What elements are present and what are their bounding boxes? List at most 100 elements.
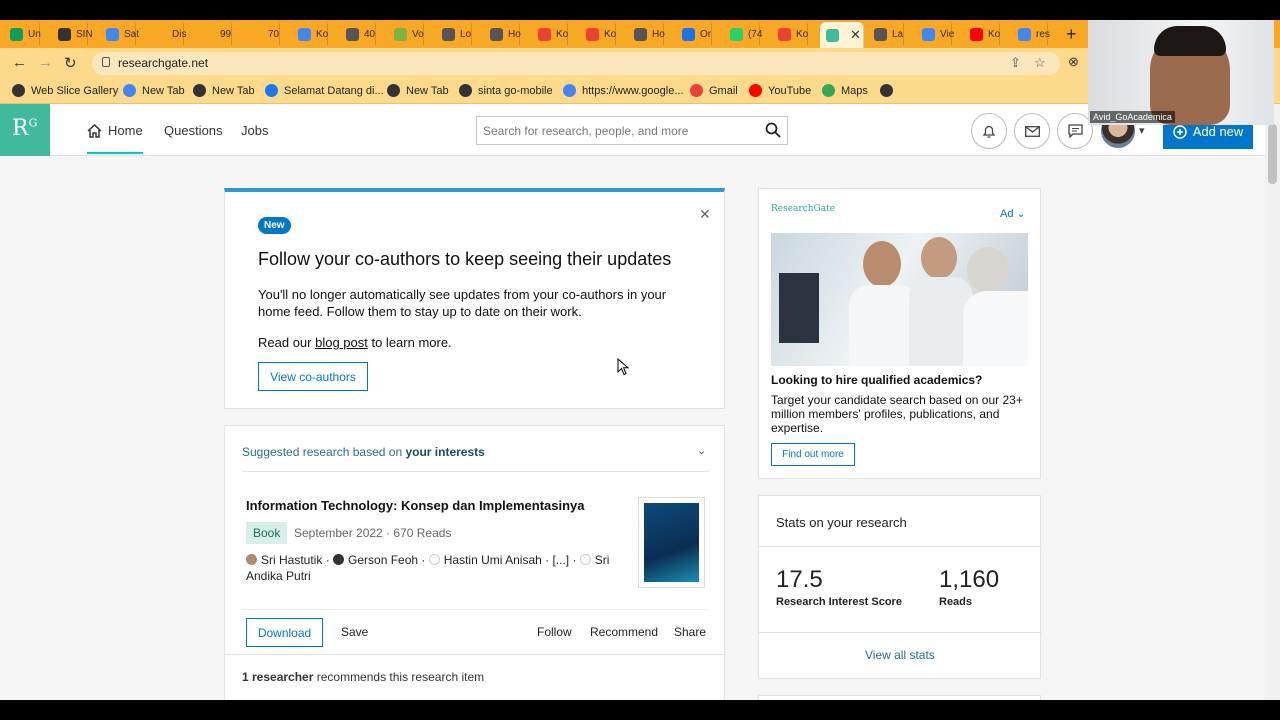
share-icon[interactable]: ⇪ xyxy=(1010,55,1021,71)
book-cover-image[interactable] xyxy=(638,497,705,588)
bookmark-favicon-icon xyxy=(123,84,136,97)
tab-favicon-icon xyxy=(778,27,791,41)
extension-icon[interactable]: ⊗ xyxy=(1068,54,1079,70)
mouse-cursor-icon xyxy=(617,358,629,376)
research-title[interactable]: Information Technology: Konsep dan Imple… xyxy=(246,498,585,513)
browser-tab[interactable]: 40 xyxy=(340,23,376,45)
header-prefix: Suggested research based on xyxy=(242,445,406,459)
tab-title: Ko xyxy=(556,28,569,40)
tab-title: Or xyxy=(700,28,712,40)
browser-tab[interactable]: SIN xyxy=(52,23,93,45)
recommend-button[interactable]: Recommend xyxy=(590,625,658,639)
bookmark-item[interactable]: New Tab xyxy=(193,84,255,97)
chevron-down-icon[interactable]: ▾ xyxy=(1139,124,1145,137)
browser-tab[interactable]: (74 xyxy=(724,23,762,45)
scrollbar-thumb[interactable] xyxy=(1268,124,1277,184)
save-button[interactable]: Save xyxy=(341,625,368,639)
browser-tab[interactable]: Ko xyxy=(532,23,568,45)
tab-title: Ko xyxy=(316,28,329,40)
browser-tab[interactable]: La xyxy=(868,23,904,45)
nav-jobs[interactable]: Jobs xyxy=(241,123,268,138)
researchgate-logo[interactable]: RG xyxy=(0,104,50,156)
tab-favicon-icon xyxy=(58,27,71,41)
page-scrollbar[interactable] xyxy=(1265,104,1280,700)
nav-home[interactable]: Home xyxy=(87,123,143,154)
browser-tab[interactable]: Un xyxy=(4,23,41,45)
reload-icon[interactable]: ↻ xyxy=(64,54,77,72)
new-badge: New xyxy=(258,217,291,234)
browser-tab[interactable]: Ho xyxy=(484,23,521,45)
ad-menu[interactable]: Ad ⌄ xyxy=(1000,207,1026,220)
back-icon[interactable]: ← xyxy=(12,54,27,71)
browser-tab[interactable]: Vie xyxy=(916,23,954,45)
messages-button[interactable] xyxy=(1014,113,1050,149)
blog-post-link[interactable]: blog post xyxy=(315,335,368,350)
bookmark-favicon-icon xyxy=(690,84,703,97)
bookmark-item[interactable]: Web Slice Gallery xyxy=(12,84,118,97)
research-interest-score-value: 17.5 xyxy=(776,566,823,593)
browser-tab[interactable]: Ko xyxy=(580,23,616,45)
bookmark-star-icon[interactable]: ☆ xyxy=(1034,55,1046,71)
browser-tab[interactable]: res xyxy=(1012,23,1050,45)
bookmark-favicon-icon xyxy=(12,84,25,97)
browser-tab[interactable]: Ko xyxy=(964,23,1000,45)
tab-favicon-icon xyxy=(922,27,935,41)
author-link[interactable]: Hastin Umi Anisah xyxy=(444,553,542,567)
search-input[interactable] xyxy=(477,117,747,144)
browser-tab[interactable]: Vo xyxy=(388,23,424,45)
follow-button[interactable]: Follow xyxy=(537,625,572,639)
download-button[interactable]: Download xyxy=(246,618,323,647)
divider xyxy=(225,654,726,655)
browser-tab[interactable]: Dis xyxy=(148,23,186,45)
tab-title: Un xyxy=(28,28,41,40)
browser-tab[interactable]: 99 xyxy=(196,23,232,45)
stats-title: Stats on your research xyxy=(776,515,907,530)
bookmark-item[interactable]: New Tab xyxy=(123,84,185,97)
bookmark-item[interactable]: Selamat Datang di... xyxy=(265,84,384,97)
address-bar[interactable]: researchgate.net ⇪ ☆ xyxy=(92,52,1060,75)
browser-tab[interactable]: 70 xyxy=(244,23,280,45)
browser-tab[interactable]: Ko xyxy=(292,23,328,45)
recommender-count[interactable]: 1 researcher xyxy=(242,670,313,684)
share-button[interactable]: Share xyxy=(674,625,706,639)
coauthor-announcement-card: ✕ New Follow your co-authors to keep see… xyxy=(224,188,725,409)
browser-tab[interactable]: Or xyxy=(676,23,712,45)
search-icon[interactable] xyxy=(765,122,781,138)
view-all-stats-link[interactable]: View all stats xyxy=(865,648,935,662)
tab-favicon-icon xyxy=(970,27,983,41)
browser-tab[interactable]: Ko xyxy=(772,23,808,45)
bookmark-item[interactable]: Maps xyxy=(822,84,868,97)
ad-image[interactable] xyxy=(771,233,1028,366)
tab-favicon-icon xyxy=(442,27,455,41)
bookmark-item[interactable]: https://www.google... xyxy=(563,84,684,97)
browser-tab[interactable]: Ho xyxy=(628,23,665,45)
bookmark-item[interactable]: sinta go-mobile xyxy=(459,84,553,97)
author-link[interactable]: Gerson Feoh xyxy=(348,553,418,567)
forward-icon[interactable]: → xyxy=(38,54,53,71)
browser-tab[interactable]: Sat xyxy=(100,23,139,45)
mail-icon xyxy=(1024,125,1040,137)
author-separator: · xyxy=(418,553,429,567)
notifications-button[interactable] xyxy=(971,113,1007,149)
new-tab-button[interactable]: + xyxy=(1066,24,1077,45)
suggested-research-header[interactable]: Suggested research based on your interes… xyxy=(242,445,485,459)
tab-favicon-icon xyxy=(298,27,311,41)
view-coauthors-button[interactable]: View co-authors xyxy=(258,362,368,391)
close-icon[interactable]: ✕ xyxy=(699,206,711,223)
browser-tab[interactable]: Lo xyxy=(436,23,472,45)
bookmark-item[interactable] xyxy=(880,84,899,97)
tab-close-icon[interactable]: ✕ xyxy=(850,27,861,43)
bookmark-favicon-icon xyxy=(265,84,278,97)
tab-title: Lo xyxy=(460,28,472,40)
bookmark-item[interactable]: New Tab xyxy=(387,84,449,97)
bookmark-item[interactable]: YouTube xyxy=(749,84,811,97)
announcement-body: You'll no longer automatically see updat… xyxy=(258,287,667,319)
bookmark-label: sinta go-mobile xyxy=(478,84,553,97)
find-out-more-button[interactable]: Find out more xyxy=(771,443,855,466)
browser-tab[interactable]: ✕ xyxy=(820,22,864,48)
bookmark-item[interactable]: Gmail xyxy=(690,84,738,97)
home-icon xyxy=(87,123,102,138)
author-link[interactable]: Sri Hastutik xyxy=(261,553,322,567)
chevron-down-icon[interactable]: ⌄ xyxy=(697,444,706,457)
nav-questions[interactable]: Questions xyxy=(164,123,223,138)
